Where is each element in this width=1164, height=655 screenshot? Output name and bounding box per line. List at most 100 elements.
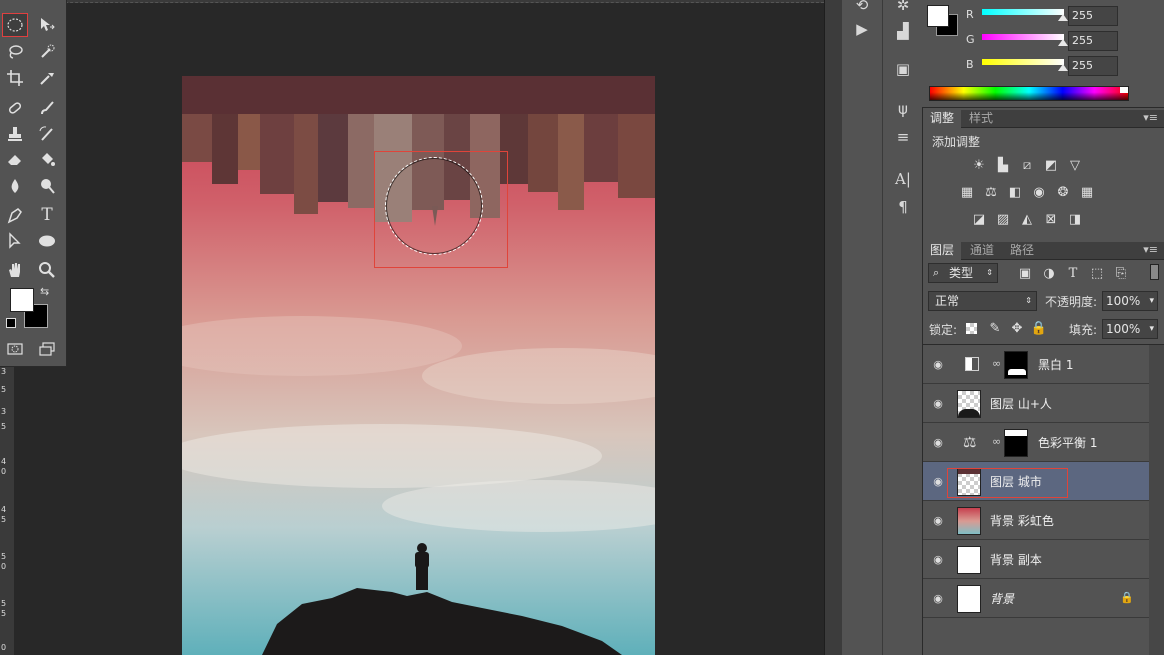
type-tool-icon[interactable]: T: [34, 203, 60, 227]
filter-toggle[interactable]: [1150, 264, 1159, 280]
gradient-map-icon[interactable]: ◨: [1065, 210, 1085, 228]
curves-icon[interactable]: ⧄: [1017, 156, 1037, 174]
vertical-scrollbar[interactable]: [824, 0, 842, 655]
layer-name[interactable]: 黑白 1: [1038, 356, 1073, 373]
blue-slider[interactable]: [982, 59, 1064, 65]
layer-row-background[interactable]: ◉ 背景 🔒: [923, 579, 1149, 618]
lock-position-icon[interactable]: ✥: [1007, 319, 1027, 337]
color-spectrum-bar[interactable]: [929, 86, 1129, 101]
tab-channels[interactable]: 通道: [963, 242, 1001, 260]
lock-image-pixels-icon[interactable]: ✎: [985, 319, 1005, 337]
blue-slider-handle[interactable]: [1058, 64, 1068, 71]
eyedropper-tool-icon[interactable]: [34, 66, 60, 90]
layer-thumbnail[interactable]: [957, 546, 981, 574]
visibility-eye-icon[interactable]: ◉: [931, 591, 945, 605]
visibility-eye-icon[interactable]: ◉: [931, 435, 945, 449]
lock-transparent-pixels-icon[interactable]: [966, 323, 977, 334]
channel-mixer-icon[interactable]: ❂: [1053, 183, 1073, 201]
layer-row-city[interactable]: ◉ 图层 城市: [923, 462, 1149, 501]
paint-bucket-tool-icon[interactable]: [34, 147, 60, 171]
layer-thumbnail[interactable]: [957, 585, 981, 613]
filter-type-icon[interactable]: T: [1063, 264, 1083, 282]
histogram-icon[interactable]: ▟: [889, 20, 917, 42]
fill-field[interactable]: 100% ▾: [1102, 319, 1158, 339]
filter-shape-icon[interactable]: ⬚: [1087, 264, 1107, 282]
layer-row-background-copy[interactable]: ◉ 背景 副本: [923, 540, 1149, 579]
layer-name[interactable]: 背景 彩虹色: [990, 512, 1054, 529]
link-icon[interactable]: ∞: [992, 435, 1001, 449]
dodge-tool-icon[interactable]: [34, 174, 60, 198]
blend-mode-select[interactable]: 正常 ⇕: [928, 291, 1037, 311]
blur-tool-icon[interactable]: [2, 174, 28, 198]
layers-panel-menu-icon[interactable]: ▾≡: [1143, 243, 1158, 256]
layer-row-rainbow-background[interactable]: ◉ 背景 彩虹色: [923, 501, 1149, 540]
ellipse-shape-tool-icon[interactable]: [34, 229, 60, 253]
red-slider[interactable]: [982, 9, 1064, 15]
brightness-contrast-icon[interactable]: ☀: [969, 156, 989, 174]
swap-colors-icon[interactable]: ⇆: [40, 285, 49, 298]
layer-name[interactable]: 色彩平衡 1: [1038, 434, 1097, 451]
tab-paths[interactable]: 路径: [1003, 242, 1041, 260]
quick-mask-icon[interactable]: [2, 337, 28, 361]
filter-adjustment-icon[interactable]: ◑: [1039, 264, 1059, 282]
color-balance-icon[interactable]: ⚖: [981, 183, 1001, 201]
green-value-field[interactable]: 255: [1068, 31, 1118, 51]
paragraph-panel-icon[interactable]: ¶: [889, 196, 917, 218]
blue-value-field[interactable]: 255: [1068, 56, 1118, 76]
color-lookup-icon[interactable]: ▦: [1077, 183, 1097, 201]
brush-tool-icon[interactable]: [34, 96, 60, 120]
visibility-eye-icon[interactable]: ◉: [931, 513, 945, 527]
layer-name[interactable]: 图层 山+人: [990, 395, 1052, 412]
photo-filter-icon[interactable]: ◉: [1029, 183, 1049, 201]
layer-filter-select[interactable]: 类型 ⌕ ⇕: [928, 263, 998, 283]
brush-presets-icon[interactable]: ψ: [889, 98, 917, 120]
green-slider[interactable]: [982, 34, 1064, 40]
red-slider-handle[interactable]: [1058, 14, 1068, 21]
play-action-icon[interactable]: ▶: [848, 18, 876, 40]
history-brush-tool-icon[interactable]: [34, 122, 60, 146]
crop-tool-icon[interactable]: [2, 66, 28, 90]
spot-healing-brush-tool-icon[interactable]: [2, 96, 28, 120]
elliptical-marquee-tool-icon[interactable]: [2, 13, 28, 37]
posterize-icon[interactable]: ▨: [993, 210, 1013, 228]
elliptical-selection[interactable]: [385, 157, 483, 255]
tab-styles[interactable]: 样式: [962, 110, 1000, 128]
tab-layers[interactable]: 图层: [923, 242, 962, 260]
brush-settings-icon[interactable]: ≡: [889, 126, 917, 148]
filter-smart-object-icon[interactable]: ⎘: [1111, 264, 1131, 282]
visibility-eye-icon[interactable]: ◉: [931, 552, 945, 566]
visibility-eye-icon[interactable]: ◉: [931, 396, 945, 410]
layer-mask-thumbnail[interactable]: [1004, 351, 1028, 379]
navigator-icon[interactable]: ✲: [889, 0, 917, 16]
default-colors-icon[interactable]: [6, 318, 16, 328]
hand-tool-icon[interactable]: [2, 258, 28, 282]
foreground-color-swatch[interactable]: [10, 288, 34, 312]
layer-row-color-balance[interactable]: ◉ ⚖ ∞ 色彩平衡 1: [923, 423, 1149, 462]
layer-name[interactable]: 背景 副本: [990, 551, 1042, 568]
layers-scrollbar[interactable]: [1149, 345, 1164, 655]
green-slider-handle[interactable]: [1058, 39, 1068, 46]
lock-all-icon[interactable]: 🔒: [1029, 319, 1049, 337]
filter-pixel-icon[interactable]: ▣: [1015, 264, 1035, 282]
eraser-tool-icon[interactable]: [2, 147, 28, 171]
layer-mask-thumbnail[interactable]: [1004, 429, 1028, 457]
quick-selection-tool-icon[interactable]: [34, 40, 60, 64]
layer-row-black-white[interactable]: ◉ ∞ 黑白 1: [923, 345, 1149, 384]
black-white-icon[interactable]: ◧: [1005, 183, 1025, 201]
pen-tool-icon[interactable]: [2, 203, 28, 227]
zoom-tool-icon[interactable]: [34, 258, 60, 282]
info-icon[interactable]: ▣: [889, 58, 917, 80]
levels-icon[interactable]: ▙: [993, 156, 1013, 174]
color-panel-foreground-swatch[interactable]: [927, 5, 949, 27]
clone-stamp-tool-icon[interactable]: [2, 122, 28, 146]
tab-adjustments[interactable]: 调整: [923, 110, 962, 128]
opacity-field[interactable]: 100% ▾: [1102, 291, 1158, 311]
hue-saturation-icon[interactable]: ▦: [957, 183, 977, 201]
move-tool-icon[interactable]: [34, 13, 60, 37]
invert-icon[interactable]: ◪: [969, 210, 989, 228]
layer-thumbnail[interactable]: [957, 390, 981, 418]
screen-mode-icon[interactable]: [34, 337, 60, 361]
panel-menu-icon[interactable]: ▾≡: [1143, 111, 1158, 124]
threshold-icon[interactable]: ◭: [1017, 210, 1037, 228]
path-selection-tool-icon[interactable]: [2, 229, 28, 253]
